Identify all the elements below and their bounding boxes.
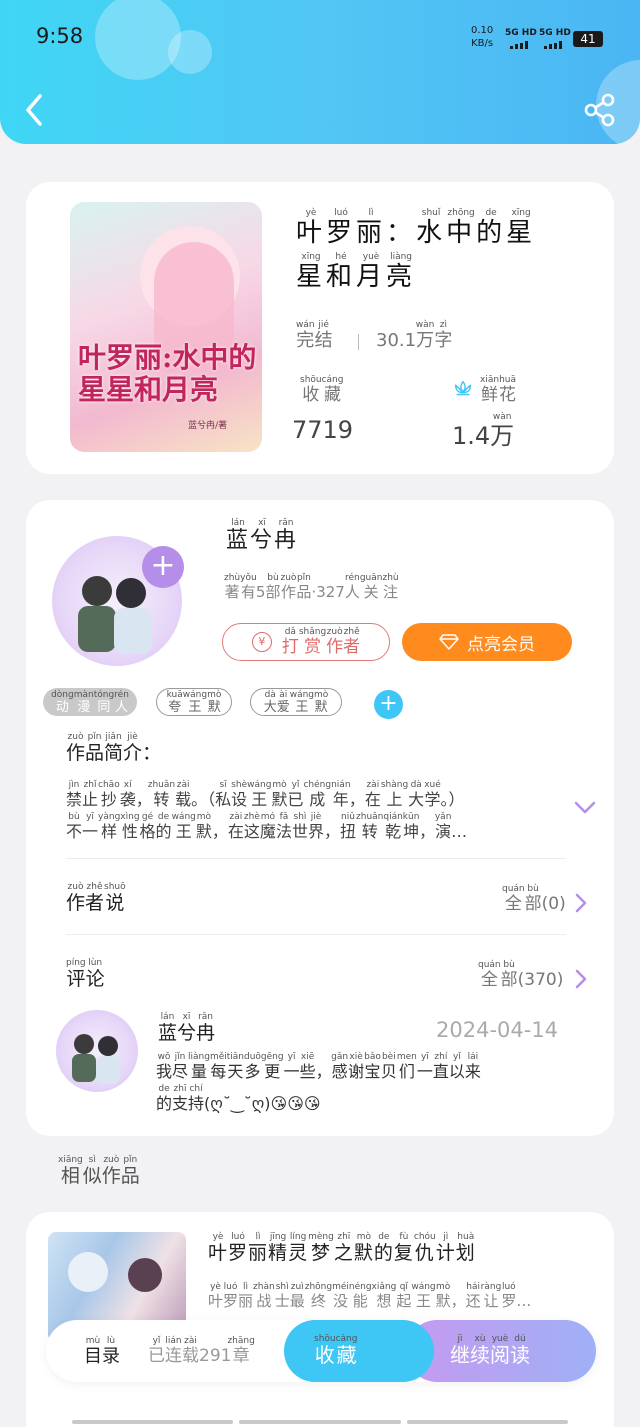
intro-title: 作zuò品pǐn简jiǎn介jiè： <box>66 732 162 764</box>
tag-item[interactable]: 夸kuā王wáng默mò <box>156 688 232 716</box>
sim2-label: 5G HD <box>539 28 571 38</box>
author-name: 蓝lán兮xī冉rǎn <box>226 518 299 553</box>
battery-icon: 41 <box>573 31 603 47</box>
signal2-icon <box>544 41 562 49</box>
comment-avatar[interactable] <box>56 1010 138 1092</box>
collect-button-label: 收shōu藏cáng <box>314 1334 358 1367</box>
flower-icon <box>454 380 472 396</box>
back-arrow-icon[interactable] <box>18 90 52 130</box>
flower-label: 鲜xiān花huā <box>480 375 517 405</box>
coin-icon: ¥ <box>251 632 272 652</box>
cover-title: 叶罗丽:水中的星星和月亮 <box>78 341 257 406</box>
add-tag-button[interactable]: + <box>374 690 403 719</box>
comments-title: 评píng论lùn <box>66 958 105 990</box>
chevron-right-icon[interactable] <box>574 969 588 989</box>
share-icon[interactable] <box>582 92 618 128</box>
book-cover[interactable]: 叶罗丽:水中的星星和月亮 蓝兮冉/著 <box>70 202 262 452</box>
tag-item[interactable]: 动dòng漫màn同tóng人rén <box>43 688 137 716</box>
similar-title: 相xiāng似sì作zuò品pǐn <box>58 1155 140 1187</box>
divider <box>66 858 566 859</box>
status-time: 9:58 <box>36 24 84 48</box>
author-stats: 著zhù有yǒu5部bù作zuò品pǐn·327人rén关guān注zhù <box>224 573 399 601</box>
vip-button[interactable]: 点亮会员 <box>402 623 572 661</box>
comment-date: 2024-04-14 <box>436 1018 559 1042</box>
top-header <box>0 0 640 144</box>
follow-author-button[interactable]: + <box>142 546 184 588</box>
similar-book-title: 叶yè罗luó丽lì精jīng灵líng梦mèng之zhī默mò的de复fù仇c… <box>208 1232 476 1264</box>
tip-author-button[interactable]: ¥ 打dǎ赏shǎng作zuò者zhě <box>222 623 390 661</box>
comment-text: 我wǒ尽jǐn量liàng每měi天tiān多duō更gēng一yī些xiē，感… <box>156 1052 481 1113</box>
collect-button[interactable] <box>284 1320 434 1382</box>
collect-label: 收shōu藏cáng <box>300 375 344 405</box>
meta-divider <box>358 334 359 350</box>
net-speed: 0.10 KB/s <box>471 25 494 49</box>
flower-count: 1.4万wàn <box>452 412 515 450</box>
author-says-title: 作zuò者zhě说shuō <box>66 882 126 914</box>
tag-item[interactable]: 大dà爱ài王wáng默mò <box>250 688 342 716</box>
book-title: 叶yè罗luó丽lì：水shuǐ中zhōng的de星xīng 星xīng和hé月y… <box>296 208 537 292</box>
comments-all-link[interactable]: 全quán部bù(370) <box>478 960 563 990</box>
book-status: 完wán结jié <box>296 320 333 351</box>
similar-book-desc: 叶yè罗luó丽lì战zhàn士shì最zuì终zhōng没méi能néng想x… <box>208 1282 532 1310</box>
intro-text[interactable]: 禁jìn止zhǐ抄chāo袭xí，转zhuǎn载zài。（私sī设shè王wán… <box>66 780 556 844</box>
expand-chevron-icon[interactable] <box>574 801 596 815</box>
read-button-label: 继jì续xù阅yuè读dú <box>450 1334 530 1367</box>
diamond-icon <box>439 634 459 650</box>
home-indicator <box>72 1420 568 1424</box>
sim1-label: 5G HD <box>505 28 537 38</box>
collect-count: 7719 <box>292 416 354 444</box>
chapter-count: 已yǐ连lián载zài291章zhāng <box>148 1336 255 1366</box>
word-count: 30.1万wàn字zì <box>376 320 453 351</box>
comment-user: 蓝lán兮xī冉rǎn <box>158 1012 216 1044</box>
chevron-right-icon[interactable] <box>574 893 588 913</box>
cover-author: 蓝兮冉/著 <box>188 421 228 431</box>
catalog-button[interactable]: 目mù录lù <box>84 1336 120 1368</box>
divider <box>66 934 566 935</box>
signal1-icon <box>510 41 528 49</box>
author-says-all-link[interactable]: 全quán部bù(0) <box>502 884 566 914</box>
